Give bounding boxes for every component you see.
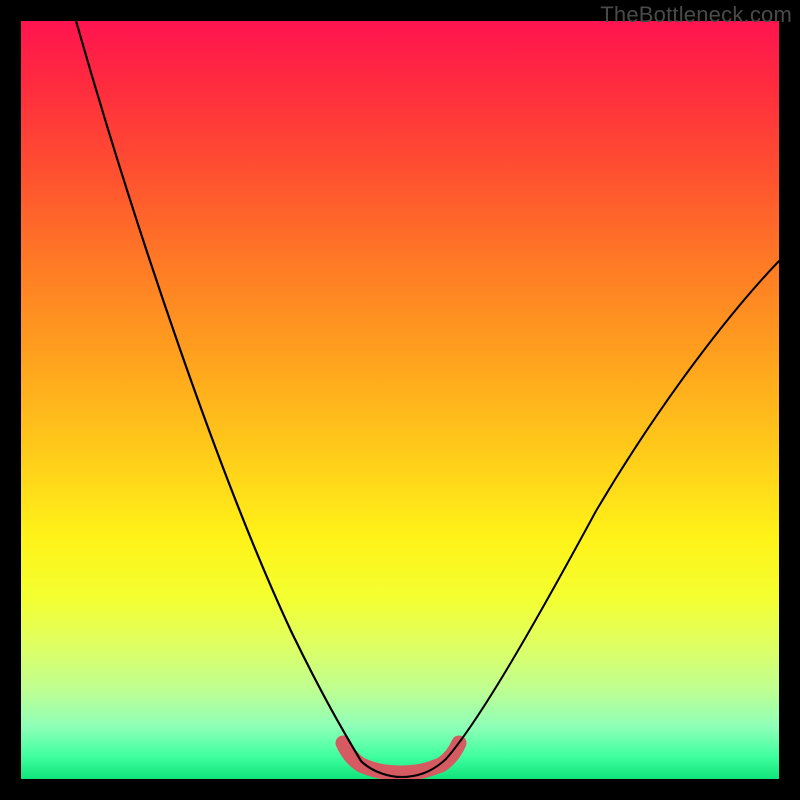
watermark-text: TheBottleneck.com [600,2,792,28]
chart-frame: TheBottleneck.com [0,0,800,800]
curve-right [401,261,779,777]
chart-svg [21,21,779,779]
curve-left [76,21,401,777]
